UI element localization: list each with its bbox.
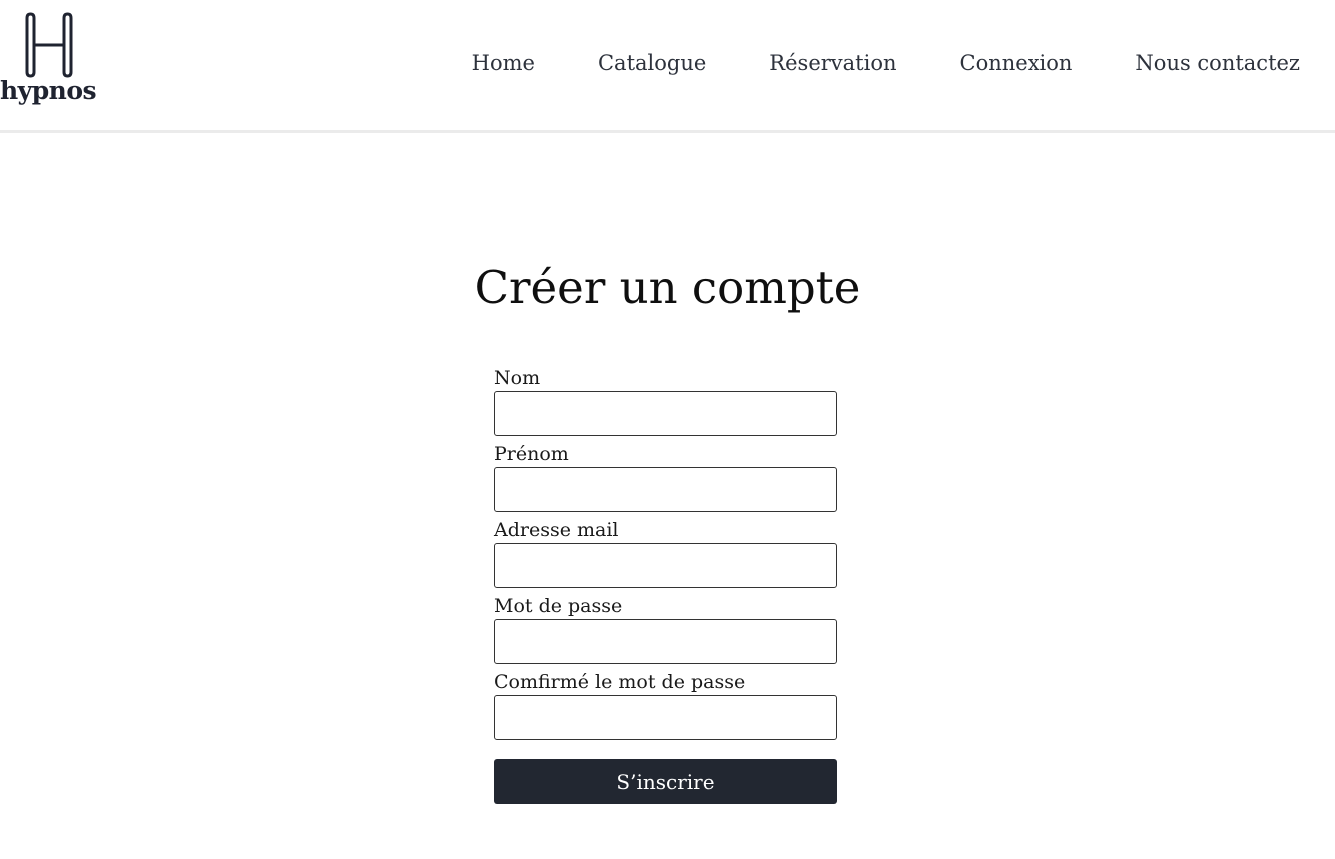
email-label: Adresse mail bbox=[494, 519, 619, 541]
nav-item-reservation[interactable]: Réservation bbox=[769, 48, 896, 78]
nav-item-connexion[interactable]: Connexion bbox=[960, 48, 1073, 78]
prenom-label: Prénom bbox=[494, 443, 569, 465]
confirm-password-field[interactable] bbox=[494, 695, 837, 740]
h-monogram-icon bbox=[25, 12, 73, 78]
password-field[interactable] bbox=[494, 619, 837, 664]
nom-field[interactable] bbox=[494, 391, 837, 436]
logo[interactable]: hypnos bbox=[0, 8, 100, 112]
site-header: hypnos Home Catalogue Réservation Connex… bbox=[0, 0, 1335, 133]
email-field[interactable] bbox=[494, 543, 837, 588]
nav-item-home[interactable]: Home bbox=[472, 48, 535, 78]
confirm-password-label: Comfirmé le mot de passe bbox=[494, 671, 746, 693]
signup-form: Nom Prénom Adresse mail Mot de passe Com… bbox=[494, 366, 837, 804]
nav-item-contact[interactable]: Nous contactez bbox=[1135, 48, 1300, 78]
page-title: Créer un compte bbox=[474, 261, 861, 314]
signup-button[interactable]: S’inscrire bbox=[494, 759, 837, 804]
nav-item-catalogue[interactable]: Catalogue bbox=[598, 48, 706, 78]
prenom-field[interactable] bbox=[494, 467, 837, 512]
nom-label: Nom bbox=[494, 367, 541, 389]
logo-text: hypnos bbox=[0, 76, 97, 105]
password-label: Mot de passe bbox=[494, 595, 623, 617]
main-nav: Home Catalogue Réservation Connexion Nou… bbox=[472, 48, 1300, 78]
